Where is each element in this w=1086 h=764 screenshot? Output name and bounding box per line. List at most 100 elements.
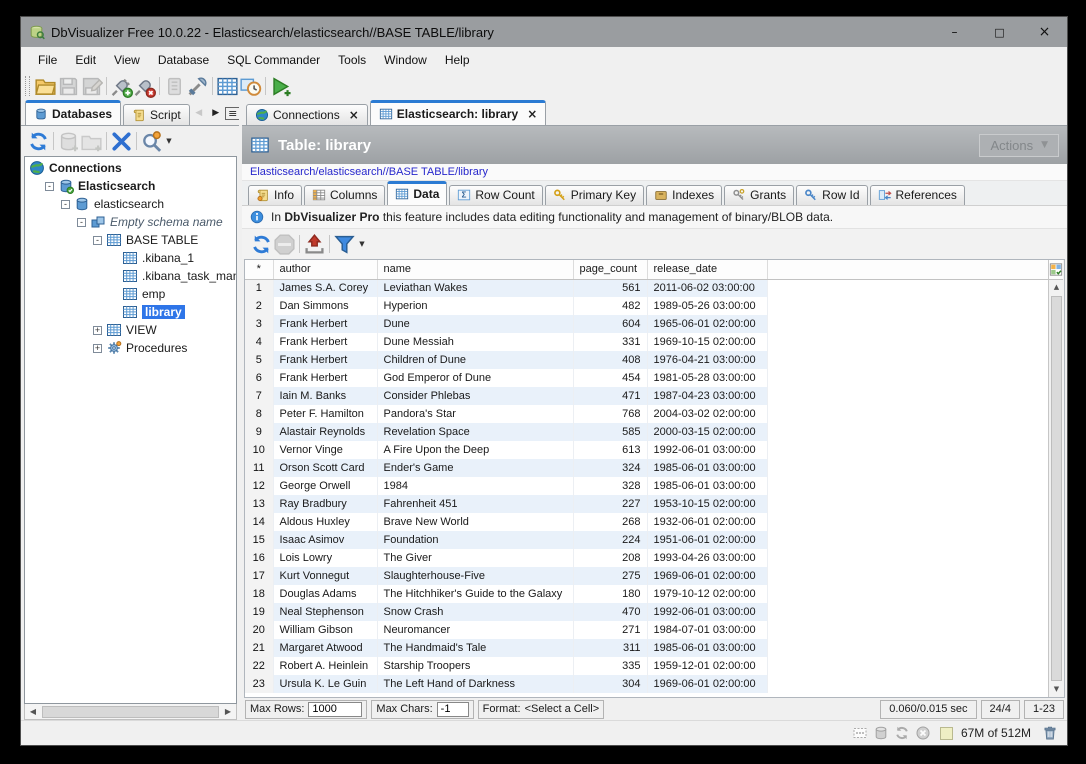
- subtab-primary-key[interactable]: Primary Key: [545, 185, 644, 205]
- cell-page-count[interactable]: 482: [573, 297, 647, 315]
- cell-release-date[interactable]: 2011-06-02 03:00:00: [647, 279, 767, 297]
- table-row[interactable]: 13Ray BradburyFahrenheit 4512271953-10-1…: [245, 495, 1048, 513]
- tab-elasticsearch-library[interactable]: Elasticsearch: library×: [370, 100, 546, 125]
- cell-author[interactable]: Aldous Huxley: [273, 513, 377, 531]
- collapse-all-icon[interactable]: [110, 130, 133, 153]
- cell-name[interactable]: Neuromancer: [377, 621, 573, 639]
- customize-columns-icon[interactable]: [1049, 260, 1063, 280]
- tree-item-kibana-1[interactable]: .kibana_1: [25, 249, 236, 267]
- tree-horizontal-scrollbar[interactable]: ◀ ▶: [24, 704, 237, 720]
- table-row[interactable]: 12George Orwell19843281985-06-01 03:00:0…: [245, 477, 1048, 495]
- row-number[interactable]: 6: [245, 369, 273, 387]
- row-number[interactable]: 18: [245, 585, 273, 603]
- trash-icon[interactable]: [1041, 724, 1059, 742]
- table-row[interactable]: 8Peter F. HamiltonPandora's Star7682004-…: [245, 405, 1048, 423]
- disconnect-icon[interactable]: [133, 75, 156, 98]
- row-number[interactable]: 9: [245, 423, 273, 441]
- menu-file[interactable]: File: [29, 50, 66, 70]
- cell-release-date[interactable]: 1993-04-26 03:00:00: [647, 549, 767, 567]
- scrollbar-thumb[interactable]: [42, 706, 219, 718]
- table-row[interactable]: 17Kurt VonnegutSlaughterhouse-Five275196…: [245, 567, 1048, 585]
- cell-name[interactable]: Starship Troopers: [377, 657, 573, 675]
- collapse-expander[interactable]: -: [93, 236, 102, 245]
- row-number[interactable]: 7: [245, 387, 273, 405]
- cell-author[interactable]: Alastair Reynolds: [273, 423, 377, 441]
- column-header-release-date[interactable]: release_date: [647, 260, 767, 279]
- table-row[interactable]: 14Aldous HuxleyBrave New World2681932-06…: [245, 513, 1048, 531]
- maximize-button[interactable]: □: [977, 17, 1022, 47]
- cell-page-count[interactable]: 227: [573, 495, 647, 513]
- cell-page-count[interactable]: 471: [573, 387, 647, 405]
- row-number[interactable]: 5: [245, 351, 273, 369]
- tree-item-library[interactable]: library: [25, 303, 236, 321]
- cell-page-count[interactable]: 311: [573, 639, 647, 657]
- row-number[interactable]: 12: [245, 477, 273, 495]
- cell-page-count[interactable]: 180: [573, 585, 647, 603]
- cell-author[interactable]: Frank Herbert: [273, 351, 377, 369]
- collapse-expander[interactable]: -: [77, 218, 86, 227]
- cell-name[interactable]: Consider Phlebas: [377, 387, 573, 405]
- actions-button[interactable]: Actions ▼: [979, 134, 1059, 157]
- cell-release-date[interactable]: 1965-06-01 02:00:00: [647, 315, 767, 333]
- cell-release-date[interactable]: 1953-10-15 02:00:00: [647, 495, 767, 513]
- caret-down-icon[interactable]: ▼: [356, 233, 368, 256]
- row-number[interactable]: 8: [245, 405, 273, 423]
- close-tab-icon[interactable]: ×: [349, 108, 359, 122]
- table-row[interactable]: 20William GibsonNeuromancer2711984-07-01…: [245, 621, 1048, 639]
- monitor-icon[interactable]: [239, 75, 262, 98]
- tab-connections[interactable]: Connections×: [246, 104, 368, 125]
- close-button[interactable]: ×: [1022, 17, 1067, 47]
- cell-author[interactable]: Ursula K. Le Guin: [273, 675, 377, 693]
- tab-script[interactable]: Script: [123, 104, 190, 125]
- subtab-data[interactable]: Data: [387, 181, 447, 205]
- cell-release-date[interactable]: 1989-05-26 03:00:00: [647, 297, 767, 315]
- cell-name[interactable]: The Handmaid's Tale: [377, 639, 573, 657]
- table-row[interactable]: 22Robert A. HeinleinStarship Troopers335…: [245, 657, 1048, 675]
- cell-page-count[interactable]: 561: [573, 279, 647, 297]
- row-number[interactable]: 16: [245, 549, 273, 567]
- row-number[interactable]: 11: [245, 459, 273, 477]
- table-row[interactable]: 23Ursula K. Le GuinThe Left Hand of Dark…: [245, 675, 1048, 693]
- cell-name[interactable]: The Left Hand of Darkness: [377, 675, 573, 693]
- cell-name[interactable]: Fahrenheit 451: [377, 495, 573, 513]
- cell-page-count[interactable]: 613: [573, 441, 647, 459]
- cell-page-count[interactable]: 408: [573, 351, 647, 369]
- cell-name[interactable]: Pandora's Star: [377, 405, 573, 423]
- cell-author[interactable]: Kurt Vonnegut: [273, 567, 377, 585]
- row-number[interactable]: 20: [245, 621, 273, 639]
- row-number[interactable]: 1: [245, 279, 273, 297]
- column-header-name[interactable]: name: [377, 260, 573, 279]
- cell-page-count[interactable]: 604: [573, 315, 647, 333]
- cell-page-count[interactable]: 328: [573, 477, 647, 495]
- cell-release-date[interactable]: 1992-06-01 03:00:00: [647, 603, 767, 621]
- cell-name[interactable]: Snow Crash: [377, 603, 573, 621]
- table-row[interactable]: 2Dan SimmonsHyperion4821989-05-26 03:00:…: [245, 297, 1048, 315]
- max-chars-input[interactable]: [437, 702, 469, 717]
- cell-author[interactable]: Orson Scott Card: [273, 459, 377, 477]
- menu-edit[interactable]: Edit: [66, 50, 105, 70]
- row-number[interactable]: 22: [245, 657, 273, 675]
- cell-release-date[interactable]: 2000-03-15 02:00:00: [647, 423, 767, 441]
- cell-name[interactable]: The Hitchhiker's Guide to the Galaxy: [377, 585, 573, 603]
- cell-page-count[interactable]: 224: [573, 531, 647, 549]
- table-row[interactable]: 6Frank HerbertGod Emperor of Dune4541981…: [245, 369, 1048, 387]
- cell-author[interactable]: Peter F. Hamilton: [273, 405, 377, 423]
- cell-author[interactable]: William Gibson: [273, 621, 377, 639]
- menu-tools[interactable]: Tools: [329, 50, 375, 70]
- cell-author[interactable]: Vernor Vinge: [273, 441, 377, 459]
- table-row[interactable]: 21Margaret AtwoodThe Handmaid's Tale3111…: [245, 639, 1048, 657]
- filter-tree-icon[interactable]: [140, 130, 163, 153]
- cell-release-date[interactable]: 1959-12-01 02:00:00: [647, 657, 767, 675]
- table-row[interactable]: 15Isaac AsimovFoundation2241951-06-01 02…: [245, 531, 1048, 549]
- cell-name[interactable]: Dune: [377, 315, 573, 333]
- cell-release-date[interactable]: 1981-05-28 03:00:00: [647, 369, 767, 387]
- cell-page-count[interactable]: 768: [573, 405, 647, 423]
- cell-author[interactable]: Dan Simmons: [273, 297, 377, 315]
- cell-page-count[interactable]: 324: [573, 459, 647, 477]
- cell-release-date[interactable]: 1969-10-15 02:00:00: [647, 333, 767, 351]
- menu-help[interactable]: Help: [436, 50, 479, 70]
- play-icon[interactable]: [269, 75, 292, 98]
- scrollbar-thumb[interactable]: [1051, 296, 1062, 681]
- tree-item-emp[interactable]: emp: [25, 285, 236, 303]
- table-row[interactable]: 5Frank HerbertChildren of Dune4081976-04…: [245, 351, 1048, 369]
